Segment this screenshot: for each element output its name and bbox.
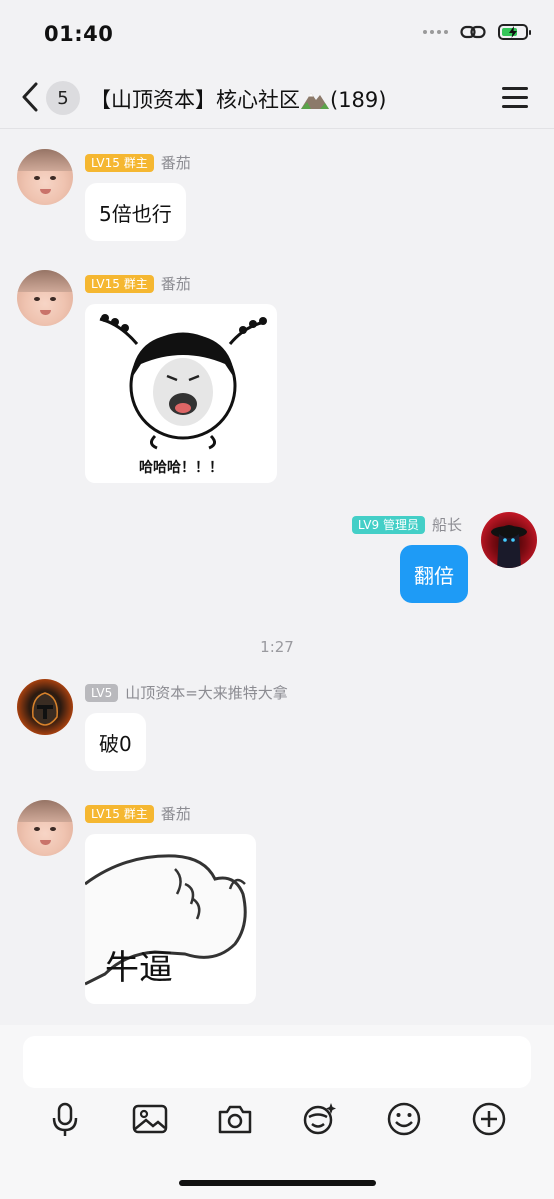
image-icon[interactable]	[131, 1100, 169, 1138]
message-input[interactable]	[23, 1036, 531, 1088]
warrior-helmet-icon	[32, 692, 58, 726]
message-meta: LV15 群主 番茄	[85, 803, 191, 824]
avatar-warrior[interactable]	[17, 679, 73, 735]
menu-icon[interactable]	[502, 87, 528, 109]
avatar-fanqie[interactable]	[17, 149, 73, 205]
nickname: 山顶资本=大来推特大拿	[125, 684, 288, 702]
status-time: 01:40	[44, 22, 114, 46]
battery-icon	[498, 24, 531, 40]
level-badge: LV15 群主	[85, 804, 154, 823]
chat-header: 5 【山顶资本】核心社区 (189)	[0, 68, 554, 128]
plus-icon[interactable]	[470, 1100, 508, 1138]
sticker-laughing[interactable]: 哈哈哈！！！	[85, 304, 277, 483]
avatar-chuanzhang[interactable]	[481, 512, 537, 568]
message-bubble[interactable]: 5倍也行	[85, 183, 186, 241]
home-indicator	[179, 1180, 376, 1186]
level-badge: LV5	[85, 683, 119, 702]
time-separator: 1:27	[260, 638, 294, 656]
group-name: 【山顶资本】核心社区	[90, 88, 300, 112]
signal-icon	[423, 30, 448, 34]
nickname: 番茄	[160, 805, 191, 823]
header-divider	[0, 128, 554, 129]
emoji-icon[interactable]	[385, 1100, 423, 1138]
input-toolbar	[0, 1100, 554, 1140]
nickname: 番茄	[160, 275, 191, 293]
level-badge: LV9 管理员	[351, 515, 425, 534]
level-badge: LV15 群主	[85, 153, 154, 172]
link-icon	[460, 25, 486, 39]
message-bubble-self[interactable]: 翻倍	[400, 545, 468, 603]
nickname: 番茄	[160, 154, 191, 172]
unread-count-badge[interactable]: 5	[46, 81, 80, 115]
message-meta: LV5 山顶资本=大来推特大拿	[85, 682, 288, 703]
sticker-search-icon[interactable]	[300, 1100, 338, 1138]
sticker-caption: 牛逼	[105, 948, 173, 988]
level-badge: LV15 群主	[85, 274, 154, 293]
back-chevron-icon[interactable]	[18, 81, 44, 113]
mountain-emoji-icon	[301, 93, 329, 109]
camera-icon[interactable]	[216, 1100, 254, 1138]
message-meta: LV15 群主 番茄	[85, 273, 191, 294]
sticker-thumbs-up[interactable]: 牛逼	[85, 834, 256, 1004]
nickname: 船长	[431, 516, 462, 534]
message-meta: LV15 群主 番茄	[85, 152, 191, 173]
avatar-fanqie[interactable]	[17, 800, 73, 856]
input-area	[0, 1025, 554, 1199]
avatar-fanqie[interactable]	[17, 270, 73, 326]
message-bubble[interactable]: 破0	[85, 713, 146, 771]
status-icons	[423, 24, 531, 40]
member-count: (189)	[330, 88, 387, 112]
group-title[interactable]: 【山顶资本】核心社区 (189)	[90, 84, 386, 114]
microphone-icon[interactable]	[46, 1100, 84, 1138]
message-meta: LV9 管理员 船长	[351, 514, 462, 535]
status-bar: 01:40	[0, 0, 554, 68]
sticker-caption: 哈哈哈！！！	[139, 460, 223, 476]
hooded-figure-icon	[491, 525, 527, 568]
